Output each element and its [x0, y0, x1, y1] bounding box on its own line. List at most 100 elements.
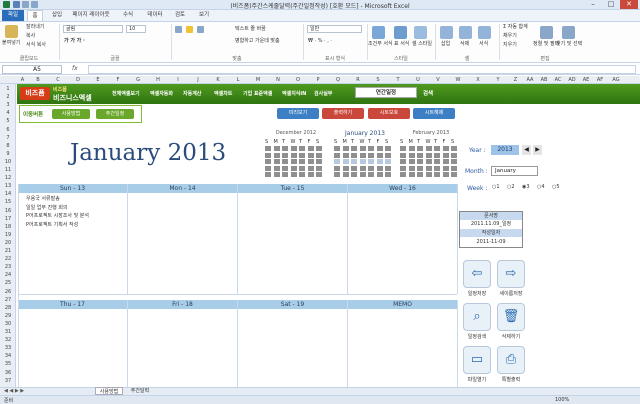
mini-calendar-day[interactable] — [400, 152, 406, 158]
row-header[interactable]: 8 — [0, 143, 16, 149]
column-header[interactable]: T — [388, 76, 408, 84]
week-radio[interactable]: ◉3 — [522, 184, 530, 190]
mini-calendar-day[interactable] — [385, 152, 391, 158]
column-header[interactable]: G — [128, 76, 148, 84]
usage-button[interactable]: 사용방법 — [52, 109, 90, 119]
format-cells-icon[interactable] — [478, 26, 491, 39]
row-header[interactable]: 10 — [0, 159, 16, 165]
column-header[interactable]: AE — [579, 76, 593, 84]
mini-calendar-day[interactable] — [273, 152, 280, 158]
printer-icon[interactable]: ⎙ — [497, 346, 525, 374]
mini-calendar-day[interactable] — [434, 165, 440, 171]
folder-icon[interactable]: ▭ — [463, 346, 491, 374]
week-radio[interactable]: ○4 — [537, 184, 545, 190]
mini-calendar-day[interactable] — [273, 165, 280, 171]
mini-calendar-day[interactable] — [408, 146, 415, 151]
mini-calendar-day[interactable] — [316, 172, 322, 177]
tab-view[interactable]: 보기 — [194, 10, 214, 21]
mini-calendar-day[interactable] — [400, 165, 406, 171]
tab-home[interactable]: 홈 — [27, 10, 43, 21]
align-bottom-icon[interactable] — [197, 26, 204, 33]
row-header[interactable]: 26 — [0, 289, 16, 295]
paste-icon[interactable] — [5, 25, 18, 38]
mini-calendar-day[interactable] — [316, 152, 322, 158]
row-header[interactable]: 20 — [0, 240, 16, 246]
column-header[interactable]: X — [468, 76, 488, 84]
task-item[interactable]: 일일 업무 진행 회의 — [26, 204, 68, 211]
mini-calendar-day[interactable] — [299, 152, 305, 158]
tab-page-layout[interactable]: 페이지 레이아웃 — [68, 10, 114, 21]
sort-filter-icon[interactable] — [540, 26, 553, 39]
column-header[interactable]: O — [288, 76, 308, 84]
year-prev-button[interactable]: ◀ — [522, 145, 531, 155]
font-size-select[interactable]: 10 — [126, 25, 146, 33]
print-button[interactable]: 출력하기 — [322, 108, 364, 119]
column-header[interactable]: K — [208, 76, 228, 84]
mini-calendar-day[interactable] — [273, 172, 280, 177]
month-select[interactable]: January — [491, 166, 538, 176]
row-header[interactable]: 21 — [0, 248, 16, 254]
mini-calendar-day[interactable] — [368, 159, 374, 164]
column-header[interactable]: I — [168, 76, 188, 84]
protect-sheet-button[interactable]: 시트보호 — [368, 108, 410, 119]
column-header[interactable]: B — [28, 76, 48, 84]
mini-calendar-day[interactable] — [417, 165, 423, 171]
mini-calendar-day[interactable] — [376, 152, 383, 158]
mini-calendar-day[interactable] — [359, 159, 366, 164]
mini-calendar-day[interactable] — [451, 172, 457, 177]
row-header[interactable]: 2 — [0, 94, 16, 100]
column-header[interactable]: F — [108, 76, 128, 84]
column-header[interactable]: AC — [551, 76, 565, 84]
mini-calendar-day[interactable] — [434, 152, 440, 158]
mini-calendar-day[interactable] — [434, 146, 440, 151]
column-header[interactable]: W — [448, 76, 468, 84]
close-button[interactable]: ✕ — [620, 0, 638, 9]
tab-file[interactable]: 파일 — [2, 10, 24, 21]
mini-calendar-day[interactable] — [351, 165, 357, 171]
row-header[interactable]: 4 — [0, 110, 16, 116]
row-header[interactable]: 12 — [0, 175, 16, 181]
mini-calendar-day[interactable] — [265, 159, 271, 164]
mini-calendar-day[interactable] — [451, 165, 457, 171]
row-header[interactable]: 18 — [0, 224, 16, 230]
mini-calendar-day[interactable] — [299, 159, 305, 164]
mini-calendar-day[interactable] — [351, 146, 357, 151]
currency-button[interactable]: ₩ · % · , · — [308, 38, 332, 45]
mini-calendar-day[interactable] — [442, 159, 449, 164]
mini-calendar-day[interactable] — [342, 172, 349, 177]
row-header[interactable]: 37 — [0, 378, 16, 384]
row-header[interactable]: 25 — [0, 280, 16, 286]
mini-calendar-day[interactable] — [342, 146, 349, 151]
mini-calendar-day[interactable] — [368, 165, 374, 171]
row-header[interactable]: 5 — [0, 118, 16, 124]
mini-calendar-day[interactable] — [307, 146, 314, 151]
number-format-select[interactable]: 일반 — [307, 25, 362, 33]
nav-item[interactable]: 엑셀지식iN — [282, 90, 306, 98]
bizform-logo[interactable]: 비즈폼 — [20, 87, 50, 100]
mini-calendar-day[interactable] — [368, 172, 374, 177]
mini-calendar-day[interactable] — [316, 165, 322, 171]
column-header[interactable]: P — [308, 76, 328, 84]
row-header[interactable]: 13 — [0, 183, 16, 189]
clear-button[interactable]: 지우기 — [503, 42, 517, 49]
row-header[interactable]: 11 — [0, 167, 16, 173]
minimize-button[interactable]: – — [584, 0, 602, 9]
row-header[interactable]: 28 — [0, 305, 16, 311]
mini-calendar-day[interactable] — [400, 159, 406, 164]
mini-calendar-day[interactable] — [290, 146, 297, 151]
mini-calendar-day[interactable] — [351, 172, 357, 177]
row-header[interactable]: 19 — [0, 232, 16, 238]
mini-calendar-day[interactable] — [282, 146, 288, 151]
wrap-text-button[interactable]: 텍스트 줄 바꿈 — [235, 26, 266, 33]
column-header[interactable]: AF — [593, 76, 607, 84]
tab-data[interactable]: 데이터 — [142, 10, 168, 21]
column-header[interactable]: AB — [537, 76, 551, 84]
row-header[interactable]: 32 — [0, 337, 16, 343]
mini-calendar-day[interactable] — [385, 172, 391, 177]
doc-name-value[interactable]: 2011.11.09_일정 — [460, 220, 522, 228]
year-schedule-field[interactable]: 연간일정 — [355, 87, 417, 98]
mini-calendar-day[interactable] — [425, 146, 432, 151]
find-select-icon[interactable] — [562, 26, 575, 39]
nav-item[interactable]: 엑셀차트 — [214, 90, 232, 98]
unprotect-sheet-button[interactable]: 시트해제 — [413, 108, 455, 119]
